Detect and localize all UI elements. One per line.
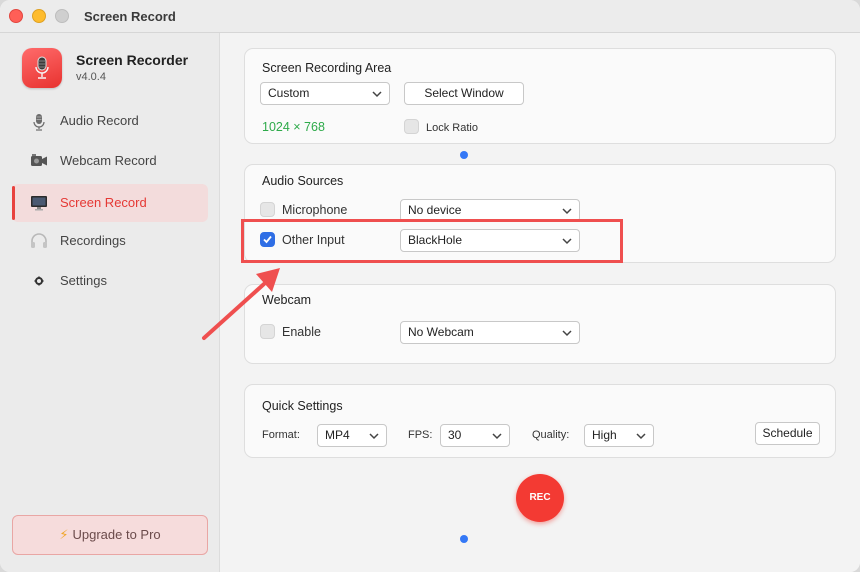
- microphone-icon: [30, 113, 48, 131]
- select-value: Custom: [268, 86, 310, 100]
- resolution-text: 1024 × 768: [262, 120, 325, 134]
- window-title: Screen Record: [84, 9, 176, 24]
- chevron-down-icon: [492, 433, 502, 440]
- schedule-button[interactable]: Schedule: [755, 422, 820, 445]
- select-value: No Webcam: [408, 325, 474, 339]
- title-bar: Screen Record: [0, 0, 860, 33]
- sidebar-item-label: Audio Record: [60, 113, 139, 128]
- lock-ratio-label: Lock Ratio: [426, 122, 478, 134]
- gear-icon: [30, 273, 48, 289]
- quality-select[interactable]: High: [584, 424, 654, 447]
- microphone-device-select[interactable]: No device: [400, 199, 580, 222]
- chevron-down-icon: [562, 208, 572, 215]
- minimize-window-button[interactable]: [32, 9, 46, 23]
- sidebar: Screen Recorder v4.0.4 Audio Record Webc…: [0, 33, 220, 572]
- sidebar-item-label: Screen Record: [60, 195, 147, 210]
- chevron-down-icon: [562, 330, 572, 337]
- audio-sources-card: Audio Sources Microphone No device Other…: [244, 164, 836, 263]
- chevron-down-icon: [372, 91, 382, 98]
- main-panel: Screen Recording Area Custom Select Wind…: [221, 33, 860, 572]
- upgrade-to-pro-button[interactable]: ⚡ Upgrade to Pro: [12, 515, 208, 555]
- quality-label: Quality:: [532, 429, 570, 441]
- app-version: v4.0.4: [76, 71, 106, 83]
- select-window-button[interactable]: Select Window: [404, 82, 524, 105]
- sidebar-item-settings[interactable]: Settings: [12, 262, 208, 300]
- other-input-device-select[interactable]: BlackHole: [400, 229, 580, 252]
- sidebar-item-recordings[interactable]: Recordings: [12, 222, 208, 260]
- upgrade-label: Upgrade to Pro: [72, 527, 161, 542]
- app-name: Screen Recorder: [76, 52, 189, 68]
- monitor-icon: [30, 195, 48, 211]
- webcam-card: Webcam Enable No Webcam: [244, 284, 836, 364]
- webcam-device-select[interactable]: No Webcam: [400, 321, 580, 344]
- select-value: BlackHole: [408, 233, 463, 247]
- sidebar-item-webcam-record[interactable]: Webcam Record: [12, 142, 208, 180]
- rec-button[interactable]: REC: [516, 474, 564, 522]
- close-window-button[interactable]: [9, 9, 23, 23]
- sidebar-item-audio-record[interactable]: Audio Record: [12, 102, 208, 140]
- chevron-down-icon: [636, 433, 646, 440]
- quick-settings-card: Quick Settings Format: MP4 FPS: 30 Quali…: [244, 384, 836, 458]
- fps-label: FPS:: [408, 429, 433, 441]
- select-value: 30: [448, 428, 462, 442]
- headphones-icon: [30, 233, 48, 249]
- other-input-checkbox[interactable]: [260, 232, 275, 247]
- recording-area-select[interactable]: Custom: [260, 82, 390, 105]
- webcam-enable-label: Enable: [282, 325, 321, 339]
- lock-ratio-checkbox[interactable]: [404, 119, 419, 134]
- microphone-checkbox[interactable]: [260, 202, 275, 217]
- select-value: MP4: [325, 428, 350, 442]
- app-logo-icon: [22, 48, 62, 88]
- other-input-label: Other Input: [282, 233, 345, 247]
- sidebar-item-label: Webcam Record: [60, 153, 157, 168]
- select-value: No device: [408, 203, 462, 217]
- page-indicator-dot: [460, 535, 468, 543]
- format-label: Format:: [262, 429, 300, 441]
- fps-select[interactable]: 30: [440, 424, 510, 447]
- chevron-down-icon: [562, 238, 572, 245]
- format-select[interactable]: MP4: [317, 424, 387, 447]
- webcam-enable-checkbox[interactable]: [260, 324, 275, 339]
- card-title: Webcam: [262, 293, 312, 307]
- webcam-icon: [30, 153, 48, 169]
- sidebar-item-screen-record[interactable]: Screen Record: [12, 184, 208, 222]
- maximize-window-button[interactable]: [55, 9, 69, 23]
- sidebar-item-label: Recordings: [60, 233, 126, 248]
- microphone-label: Microphone: [282, 203, 348, 217]
- chevron-down-icon: [369, 433, 379, 440]
- select-value: High: [592, 428, 617, 442]
- app-window: Screen Record Screen Recorder v4.0.4 Aud…: [0, 0, 860, 572]
- checkmark-icon: [263, 235, 272, 244]
- card-title: Quick Settings: [262, 399, 343, 413]
- page-indicator-dot: [460, 151, 468, 159]
- card-title: Audio Sources: [262, 174, 344, 188]
- card-title: Screen Recording Area: [262, 61, 392, 75]
- lightning-icon: ⚡: [59, 527, 69, 542]
- recording-area-card: Screen Recording Area Custom Select Wind…: [244, 48, 836, 144]
- sidebar-item-label: Settings: [60, 273, 107, 288]
